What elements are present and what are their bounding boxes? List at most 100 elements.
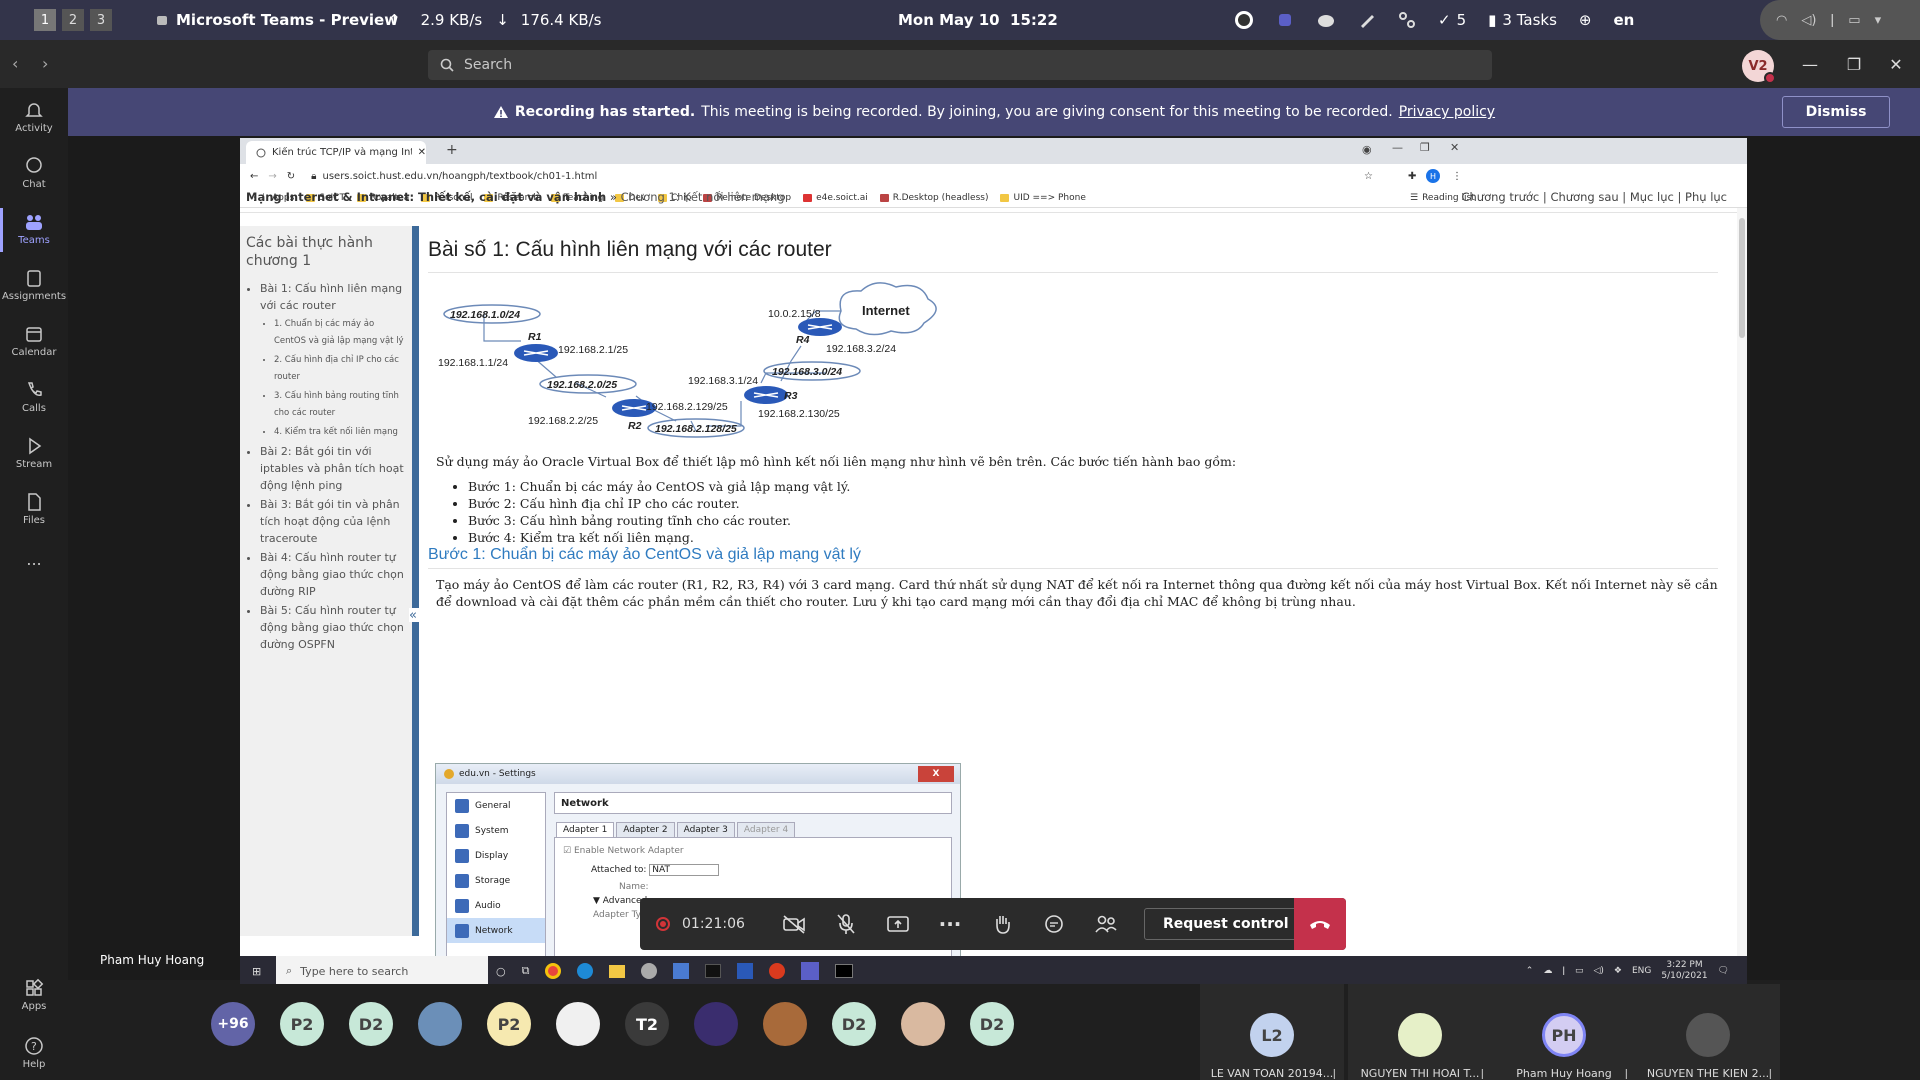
star-icon[interactable]: ☆ [1364, 171, 1373, 182]
keyboard-language[interactable]: en [1613, 11, 1634, 29]
toc-item[interactable]: Bài 2: Bắt gói tin với iptables và phân … [260, 443, 406, 494]
browser-close[interactable]: ✕ [1450, 141, 1459, 154]
privacy-policy-link[interactable]: Privacy policy [1399, 104, 1495, 120]
toc-splitter[interactable] [412, 226, 419, 936]
rail-item-help[interactable]: ? Help [0, 1036, 68, 1070]
camera-off-button[interactable] [768, 898, 820, 950]
rail-item-assignments[interactable]: Assignments [0, 268, 68, 302]
participant-avatar[interactable]: D2 [349, 1002, 393, 1046]
close-button[interactable]: ✕ [1884, 52, 1908, 76]
power-menu-icon[interactable]: ▾ [1875, 13, 1882, 28]
active-window-title[interactable]: Microsoft Teams - Preview [176, 11, 398, 29]
dismiss-button[interactable]: Dismiss [1782, 96, 1890, 128]
check-icon[interactable]: ✓ [1438, 11, 1451, 29]
bookmark[interactable]: R.Desktop (headless) [879, 193, 988, 203]
tasks-icon[interactable]: ▮ [1488, 11, 1496, 29]
participant-avatar[interactable]: T2 [625, 1002, 669, 1046]
participant-tile[interactable]: NGUYEN THE KIEN 2... ǀ [1636, 984, 1780, 1080]
participant-avatar[interactable] [556, 1002, 600, 1046]
more-actions-button[interactable]: ··· [924, 898, 976, 950]
participant-avatar[interactable]: P2 [280, 1002, 324, 1046]
bookmark[interactable]: e4e.soict.ai [803, 193, 868, 203]
browser-maximize[interactable]: ❐ [1420, 141, 1430, 154]
hang-up-button[interactable] [1294, 898, 1346, 950]
rail-item-stream[interactable]: Stream [0, 436, 68, 470]
rail-item-apps[interactable]: Apps [0, 978, 68, 1012]
url-field[interactable]: users.soict.hust.edu.vn/hoangph/textbook… [323, 171, 598, 182]
collapse-toc-icon[interactable]: « [409, 608, 423, 623]
more-participants-badge[interactable]: +96 [211, 1002, 255, 1046]
page-scrollbar[interactable] [1737, 208, 1747, 983]
forward-arrow-icon[interactable]: → [268, 171, 276, 182]
extension-icon[interactable]: ✚ [1408, 171, 1416, 182]
maximize-button[interactable]: ❐ [1842, 52, 1866, 76]
participant-avatar: L2 [1250, 1013, 1294, 1057]
rail-item-chat[interactable]: Chat [0, 156, 68, 190]
back-arrow-icon[interactable]: ← [250, 171, 258, 182]
toc-item[interactable]: Bài 4: Cấu hình router tự động bằng giao… [260, 549, 406, 600]
raise-hand-button[interactable] [976, 898, 1028, 950]
cloud-tray-icon[interactable] [1316, 11, 1336, 29]
back-icon[interactable]: ‹ [12, 54, 18, 73]
browser-menu-icon[interactable]: ⋮ [1452, 171, 1462, 182]
workspace-1[interactable]: 1 [34, 9, 56, 31]
scrollbar-thumb[interactable] [1739, 218, 1745, 338]
browser-profile-icon[interactable]: ◉ [1362, 143, 1372, 156]
teams-tray-icon[interactable] [1276, 11, 1294, 29]
participant-avatar[interactable]: D2 [970, 1002, 1014, 1046]
browser-avatar[interactable]: H [1426, 169, 1440, 183]
participant-avatar[interactable] [418, 1002, 462, 1046]
toc-item[interactable]: Bài 1: Cấu hình liên mạng với các router [260, 280, 406, 314]
mic-icon[interactable]: ǀ [1830, 13, 1834, 28]
rail-item-calendar[interactable]: Calendar [0, 324, 68, 358]
volume-icon[interactable]: ◁) [1801, 13, 1816, 28]
tasks-count[interactable]: 3 Tasks [1502, 11, 1557, 29]
participant-tile[interactable]: PH Pham Huy Hoang ǀ [1492, 984, 1636, 1080]
participant-avatar[interactable] [763, 1002, 807, 1046]
participant-avatar[interactable]: D2 [832, 1002, 876, 1046]
toc-subitem[interactable]: 2. Cấu hình địa chỉ IP cho các router [274, 352, 406, 386]
forward-icon[interactable]: › [42, 54, 48, 73]
network-tray-icon[interactable] [1398, 11, 1416, 29]
battery-icon[interactable]: ▭ [1848, 13, 1860, 28]
new-tab-button[interactable]: + [446, 142, 458, 158]
rail-item-calls[interactable]: Calls [0, 380, 68, 414]
breadcrumb-book[interactable]: Mạng Internet & Intranet: Thiết kế, cài … [246, 190, 606, 204]
pen-tray-icon[interactable] [1358, 11, 1376, 29]
wifi-icon[interactable]: ◠ [1776, 13, 1787, 28]
request-control-button[interactable]: Request control [1144, 908, 1308, 940]
reload-icon[interactable]: ↻ [287, 171, 295, 182]
participant-tile[interactable]: L2 LE VAN TOAN 20194... ǀ [1200, 984, 1344, 1080]
toc-subitem[interactable]: 3. Cấu hình bảng routing tĩnh cho các ro… [274, 388, 406, 422]
obs-icon[interactable] [1234, 10, 1254, 30]
participant-name: NGUYEN THI HOAI T... [1360, 1067, 1480, 1080]
workspace-3[interactable]: 3 [90, 9, 112, 31]
toc-item[interactable]: Bài 5: Cấu hình router tự động bằng giao… [260, 602, 406, 653]
tab-close-icon[interactable]: ✕ [418, 147, 426, 158]
accessibility-icon[interactable]: ⊕ [1579, 11, 1592, 29]
rail-item-files[interactable]: Files [0, 492, 68, 526]
toc-subitem[interactable]: 1. Chuẩn bị các máy ảo CentOS và giả lập… [274, 316, 406, 350]
chat-button[interactable] [1028, 898, 1080, 950]
browser-minimize[interactable]: — [1392, 141, 1403, 154]
chapter-nav-links[interactable]: Chương trước | Chương sau | Mục lục | Ph… [1461, 190, 1727, 204]
browser-tab[interactable]: Kiến trúc TCP/IP và mạng Intrane ✕ [246, 141, 426, 164]
profile-avatar[interactable]: V2 [1742, 50, 1776, 84]
toc-item[interactable]: Bài 3: Bắt gói tin và phân tích hoạt độn… [260, 496, 406, 547]
toc-subitem[interactable]: 4. Kiểm tra kết nối liên mạng [274, 424, 406, 441]
rail-item-teams[interactable]: Teams [0, 208, 68, 252]
more-apps-button[interactable]: ... [0, 550, 68, 569]
rail-item-activity[interactable]: Activity [0, 100, 68, 134]
search-box[interactable]: Search [428, 50, 1492, 80]
participants-button[interactable] [1080, 898, 1132, 950]
bookmark[interactable]: UID ==> Phone [1000, 193, 1086, 203]
minimize-button[interactable]: — [1798, 52, 1822, 76]
mute-button[interactable] [820, 898, 872, 950]
workspace-2[interactable]: 2 [62, 9, 84, 31]
participant-avatar[interactable]: P2 [487, 1002, 531, 1046]
clock[interactable]: Mon May 10 15:22 [898, 11, 1058, 29]
participant-tile[interactable]: NGUYEN THI HOAI T... ǀ [1348, 984, 1492, 1080]
participant-avatar[interactable] [694, 1002, 738, 1046]
participant-avatar[interactable] [901, 1002, 945, 1046]
share-button[interactable] [872, 898, 924, 950]
